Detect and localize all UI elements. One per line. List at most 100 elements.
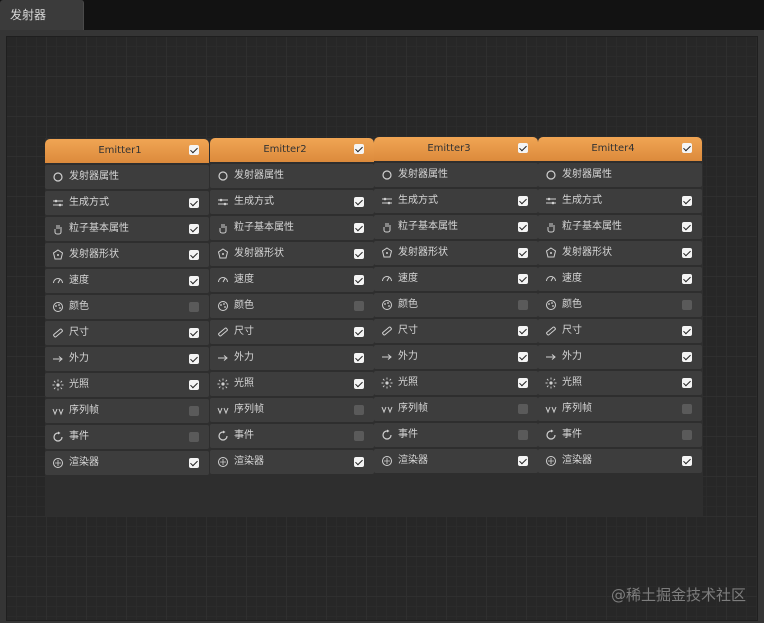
module-checkbox[interactable] <box>354 301 364 311</box>
module-checkbox[interactable] <box>354 353 364 363</box>
module-checkbox[interactable] <box>189 250 199 260</box>
emitter-enabled-checkbox[interactable] <box>518 143 528 153</box>
module-checkbox[interactable] <box>354 327 364 337</box>
emitter-header[interactable]: Emitter3 <box>374 137 538 161</box>
module-row[interactable]: 颜色 <box>45 295 209 319</box>
module-row[interactable]: 事件 <box>538 423 702 447</box>
module-row[interactable]: 尺寸 <box>374 319 538 343</box>
module-row[interactable]: 序列帧 <box>45 399 209 423</box>
module-row[interactable]: 外力 <box>374 345 538 369</box>
module-row[interactable]: 粒子基本属性 <box>374 215 538 239</box>
module-row[interactable]: 发射器形状 <box>538 241 702 265</box>
module-row[interactable]: 渲染器 <box>45 451 209 475</box>
module-checkbox[interactable] <box>189 354 199 364</box>
module-checkbox[interactable] <box>518 326 528 336</box>
module-row[interactable]: 粒子基本属性 <box>538 215 702 239</box>
module-checkbox[interactable] <box>518 456 528 466</box>
module-checkbox[interactable] <box>354 405 364 415</box>
module-row[interactable]: 序列帧 <box>538 397 702 421</box>
module-checkbox[interactable] <box>354 457 364 467</box>
module-row[interactable]: 发射器属性 <box>538 163 702 187</box>
module-checkbox[interactable] <box>354 275 364 285</box>
module-row[interactable]: 序列帧 <box>210 398 374 422</box>
module-row[interactable]: 发射器属性 <box>45 165 209 189</box>
module-checkbox[interactable] <box>354 249 364 259</box>
module-checkbox[interactable] <box>682 248 692 258</box>
module-checkbox[interactable] <box>518 222 528 232</box>
module-checkbox[interactable] <box>518 430 528 440</box>
module-checkbox[interactable] <box>682 456 692 466</box>
module-checkbox[interactable] <box>682 274 692 284</box>
module-row[interactable]: 生成方式 <box>210 190 374 214</box>
module-checkbox[interactable] <box>682 196 692 206</box>
module-row[interactable]: 速度 <box>538 267 702 291</box>
module-checkbox[interactable] <box>682 326 692 336</box>
emitter-header[interactable]: Emitter2 <box>210 138 374 162</box>
emitter-enabled-checkbox[interactable] <box>682 143 692 153</box>
module-checkbox[interactable] <box>189 328 199 338</box>
module-row[interactable]: 尺寸 <box>45 321 209 345</box>
module-row[interactable]: 光照 <box>210 372 374 396</box>
module-row[interactable]: 生成方式 <box>538 189 702 213</box>
module-checkbox[interactable] <box>354 431 364 441</box>
emitter-header[interactable]: Emitter1 <box>45 139 209 163</box>
module-checkbox[interactable] <box>518 274 528 284</box>
module-row[interactable]: 发射器形状 <box>210 242 374 266</box>
module-checkbox[interactable] <box>189 198 199 208</box>
module-checkbox[interactable] <box>518 404 528 414</box>
module-checkbox[interactable] <box>189 406 199 416</box>
module-row[interactable]: 速度 <box>45 269 209 293</box>
module-row[interactable]: 尺寸 <box>210 320 374 344</box>
module-row[interactable]: 发射器属性 <box>210 164 374 188</box>
module-row[interactable]: 发射器形状 <box>374 241 538 265</box>
module-row[interactable]: 序列帧 <box>374 397 538 421</box>
module-checkbox[interactable] <box>518 300 528 310</box>
module-checkbox[interactable] <box>354 223 364 233</box>
emitter-enabled-checkbox[interactable] <box>189 145 199 155</box>
module-row[interactable]: 事件 <box>374 423 538 447</box>
module-checkbox[interactable] <box>682 404 692 414</box>
module-row[interactable]: 光照 <box>374 371 538 395</box>
module-row[interactable]: 颜色 <box>538 293 702 317</box>
module-checkbox[interactable] <box>682 378 692 388</box>
module-checkbox[interactable] <box>189 302 199 312</box>
module-row[interactable]: 速度 <box>374 267 538 291</box>
module-row[interactable]: 事件 <box>45 425 209 449</box>
module-row[interactable]: 发射器形状 <box>45 243 209 267</box>
tab-emitter[interactable]: 发射器 <box>0 0 84 30</box>
module-row[interactable]: 渲染器 <box>374 449 538 473</box>
module-checkbox[interactable] <box>682 352 692 362</box>
module-row[interactable]: 颜色 <box>210 294 374 318</box>
module-checkbox[interactable] <box>354 379 364 389</box>
module-checkbox[interactable] <box>189 276 199 286</box>
module-checkbox[interactable] <box>682 222 692 232</box>
module-checkbox[interactable] <box>518 196 528 206</box>
module-checkbox[interactable] <box>682 300 692 310</box>
module-row[interactable]: 尺寸 <box>538 319 702 343</box>
module-checkbox[interactable] <box>189 380 199 390</box>
module-row[interactable]: 外力 <box>210 346 374 370</box>
module-checkbox[interactable] <box>354 197 364 207</box>
module-checkbox[interactable] <box>518 378 528 388</box>
module-row[interactable]: 粒子基本属性 <box>210 216 374 240</box>
module-row[interactable]: 生成方式 <box>374 189 538 213</box>
module-checkbox[interactable] <box>518 248 528 258</box>
module-row[interactable]: 光照 <box>538 371 702 395</box>
module-row[interactable]: 事件 <box>210 424 374 448</box>
module-checkbox[interactable] <box>189 224 199 234</box>
module-checkbox[interactable] <box>189 432 199 442</box>
module-checkbox[interactable] <box>189 458 199 468</box>
module-checkbox[interactable] <box>518 352 528 362</box>
emitter-enabled-checkbox[interactable] <box>354 144 364 154</box>
module-row[interactable]: 渲染器 <box>538 449 702 473</box>
module-row[interactable]: 外力 <box>538 345 702 369</box>
module-row[interactable]: 光照 <box>45 373 209 397</box>
module-row[interactable]: 外力 <box>45 347 209 371</box>
module-row[interactable]: 粒子基本属性 <box>45 217 209 241</box>
module-row[interactable]: 颜色 <box>374 293 538 317</box>
module-row[interactable]: 渲染器 <box>210 450 374 474</box>
module-row[interactable]: 速度 <box>210 268 374 292</box>
emitter-header[interactable]: Emitter4 <box>538 137 702 161</box>
module-checkbox[interactable] <box>682 430 692 440</box>
module-row[interactable]: 生成方式 <box>45 191 209 215</box>
